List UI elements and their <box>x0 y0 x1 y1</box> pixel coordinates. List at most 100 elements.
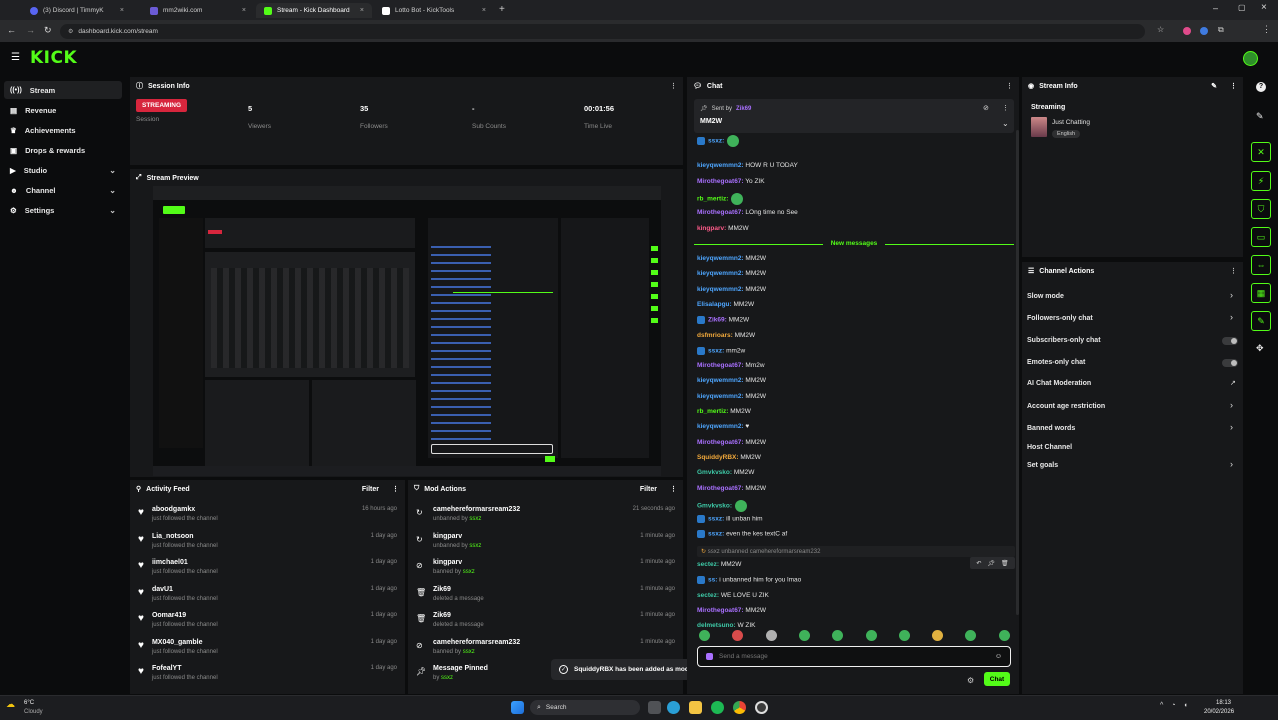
close-window-icon[interactable]: × <box>1261 2 1267 13</box>
hamburger-menu-icon[interactable]: ☰ <box>11 52 20 63</box>
reload-icon[interactable]: ↻ <box>44 25 52 36</box>
close-tab-icon[interactable]: × <box>120 7 124 14</box>
toggle-switch[interactable] <box>1222 337 1238 345</box>
more-menu-icon[interactable]: ⋮ <box>1230 82 1237 90</box>
chat-message[interactable]: Mirothegoat67: Mm2w <box>697 362 765 369</box>
more-menu-icon[interactable]: ⋮ <box>1002 104 1009 112</box>
edge-icon[interactable] <box>667 701 680 714</box>
chat-message[interactable]: Elisalapgu: MM2W <box>697 301 754 308</box>
chat-username[interactable]: kingparv: <box>697 225 726 232</box>
chat-username[interactable]: Mirothegoat67: <box>697 209 744 216</box>
feed-row[interactable]: ♥ aboodgamkx just followed the channel 16 h… <box>130 502 405 529</box>
chat-username[interactable]: Zik69: <box>708 317 727 324</box>
external-link-icon[interactable]: ↗ <box>1230 379 1236 387</box>
mod-action-row[interactable]: 🗑︎ Zik69 deleted a message 1 minute ago <box>408 608 683 635</box>
feed-row[interactable]: ♥ davU1 just followed the channel 1 day ago <box>130 582 405 609</box>
more-menu-icon[interactable]: ⋮ <box>1230 267 1237 275</box>
chat-message[interactable]: kieyqwemmn2: MM2W <box>697 270 766 277</box>
chat-message[interactable]: Mirothegoat67: LOng time no See <box>697 209 798 216</box>
chat-username[interactable]: kieyqwemmn2: <box>697 423 744 430</box>
sidebar-item-channel[interactable]: ☻ Channel ⌄ <box>4 181 122 199</box>
spotify-icon[interactable] <box>711 701 724 714</box>
chat-input[interactable]: Send a message ☺ <box>697 646 1011 667</box>
chrome-icon[interactable] <box>733 701 746 714</box>
chat-username[interactable]: delmetsuno: <box>697 622 736 629</box>
chat-message[interactable]: ssxz: even the kes textC af <box>697 530 787 539</box>
chat-message[interactable]: kieyqwemmn2: MM2W <box>697 286 766 293</box>
forward-icon[interactable]: → <box>26 25 35 35</box>
chat-message[interactable]: dsfmrioars: MM2W <box>697 332 755 339</box>
chat-username[interactable]: Gmvkvsko: <box>697 469 732 476</box>
feed-row[interactable]: ♥ iimchael01 just followed the channel 1 da… <box>130 555 405 582</box>
chat-username[interactable]: Mirothegoat67: <box>697 485 744 492</box>
filter-button[interactable]: Filter <box>640 486 657 493</box>
close-tab-icon[interactable]: × <box>482 7 486 14</box>
more-menu-icon[interactable]: ⋮ <box>392 485 399 493</box>
pin-icon[interactable]: 📌︎ <box>987 560 995 567</box>
help-icon[interactable]: ? <box>1256 82 1266 92</box>
mod-action-row[interactable]: 🗑︎ Zik69 deleted a message 1 minute ago <box>408 582 683 609</box>
close-tab-icon[interactable]: × <box>242 7 246 14</box>
close-tab-icon[interactable]: × <box>360 7 364 14</box>
feed-row[interactable]: ♥ FofealYT just followed the channel 1 day … <box>130 661 405 688</box>
mod-action-row[interactable]: ⊘ camehereformarsream232 banned by ssxz 1 m… <box>408 635 683 662</box>
chat-message[interactable]: sectez: MM2W <box>697 561 741 568</box>
chat-username[interactable]: Mirothegoat67: <box>697 178 744 185</box>
task-view-icon[interactable] <box>648 701 661 714</box>
puzzle-icon[interactable]: ✥ <box>1256 343 1264 354</box>
chat-settings-icon[interactable]: ⚙ <box>967 676 974 685</box>
bookmark-star-icon[interactable]: ☆ <box>1157 25 1164 34</box>
stream-preview-video[interactable] <box>153 186 661 476</box>
user-avatar[interactable] <box>1243 51 1258 66</box>
chat-message[interactable]: Mirothegoat67: MM2W <box>697 607 766 614</box>
chat-username[interactable]: kieyqwemmn2: <box>697 286 744 293</box>
extensions-puzzle-icon[interactable]: ⧉ <box>1218 25 1224 35</box>
chat-username[interactable]: dsfmrioars: <box>697 332 733 339</box>
site-info-icon[interactable]: ⚙ <box>68 28 73 35</box>
chat-message[interactable]: Mirothegoat67: MM2W <box>697 485 766 492</box>
pinned-message[interactable]: 📌︎ Sent by Zik69 MM2W ⊘ ⋮ ⌄ <box>694 99 1014 133</box>
extension-icon[interactable] <box>1183 27 1191 35</box>
chat-shortcut-icon[interactable]: ▭ <box>1251 227 1271 247</box>
chat-message[interactable]: ↻ ssxz unbanned camehereformarsream232 <box>697 545 1015 557</box>
chat-message[interactable]: kingparv: MM2W <box>697 225 749 232</box>
taskbar-search[interactable]: ⌕ Search <box>530 700 640 715</box>
browser-tab[interactable]: mm2wiki.com × <box>142 3 254 18</box>
feed-row[interactable]: ♥ Oomar419 just followed the channel 1 day … <box>130 608 405 635</box>
extension-icon[interactable] <box>1200 27 1208 35</box>
feed-row[interactable]: ♥ Lia_notsoon just followed the channel 1 d… <box>130 529 405 556</box>
toggle-switch[interactable] <box>1222 359 1238 367</box>
chevron-down-icon[interactable]: ⌄ <box>1002 119 1009 128</box>
browser-tab[interactable]: Lotto Bot - KickTools × <box>374 3 494 18</box>
browser-tab[interactable]: (3) Discord | TimmyK × <box>22 3 132 18</box>
chat-username[interactable]: kieyqwemmn2: <box>697 255 744 262</box>
grid-icon[interactable]: ▦ <box>1251 283 1271 303</box>
chat-message[interactable]: delmetsuno: W ZIK <box>697 622 756 629</box>
chat-username[interactable]: kieyqwemmn2: <box>697 270 744 277</box>
emote-button[interactable] <box>898 630 910 641</box>
chat-username[interactable]: Mirothegoat67: <box>697 607 744 614</box>
chat-message[interactable]: kieyqwemmn2: MM2W <box>697 255 766 262</box>
chat-username[interactable]: kieyqwemmn2: <box>697 393 744 400</box>
chat-username[interactable]: ssxz: <box>708 531 724 538</box>
chat-username[interactable]: Elisalapgu: <box>697 301 732 308</box>
chat-message[interactable]: Zik69: MM2W <box>697 316 749 325</box>
chat-message[interactable]: ssxz: <box>697 135 740 147</box>
chat-username[interactable]: kieyqwemmn2: <box>697 377 744 384</box>
reply-icon[interactable]: ↶ <box>976 560 981 567</box>
pencil-icon[interactable]: ✎ <box>1256 111 1264 122</box>
chat-message[interactable]: Mirothegoat67: Yo ZIK <box>697 178 765 185</box>
emoji-icon[interactable]: ☺ <box>995 653 1002 660</box>
url-field[interactable]: ⚙ dashboard.kick.com/stream <box>60 24 1145 39</box>
browser-tab[interactable]: Stream - Kick Dashboard × <box>256 3 372 18</box>
emote-button[interactable] <box>765 630 777 641</box>
chat-username[interactable]: ssxz: <box>708 348 724 355</box>
emote-button[interactable] <box>865 630 877 641</box>
emote-button[interactable] <box>798 630 810 641</box>
chat-username[interactable]: sectez: <box>697 561 719 568</box>
more-menu-icon[interactable]: ⋮ <box>670 82 677 90</box>
chat-username[interactable]: Mirothegoat67: <box>697 439 744 446</box>
chat-message[interactable]: ssxz: mm2w <box>697 346 745 355</box>
minimize-icon[interactable]: – <box>1213 3 1218 13</box>
chat-message[interactable]: sectez: WE LOVE U ZIK <box>697 592 769 599</box>
